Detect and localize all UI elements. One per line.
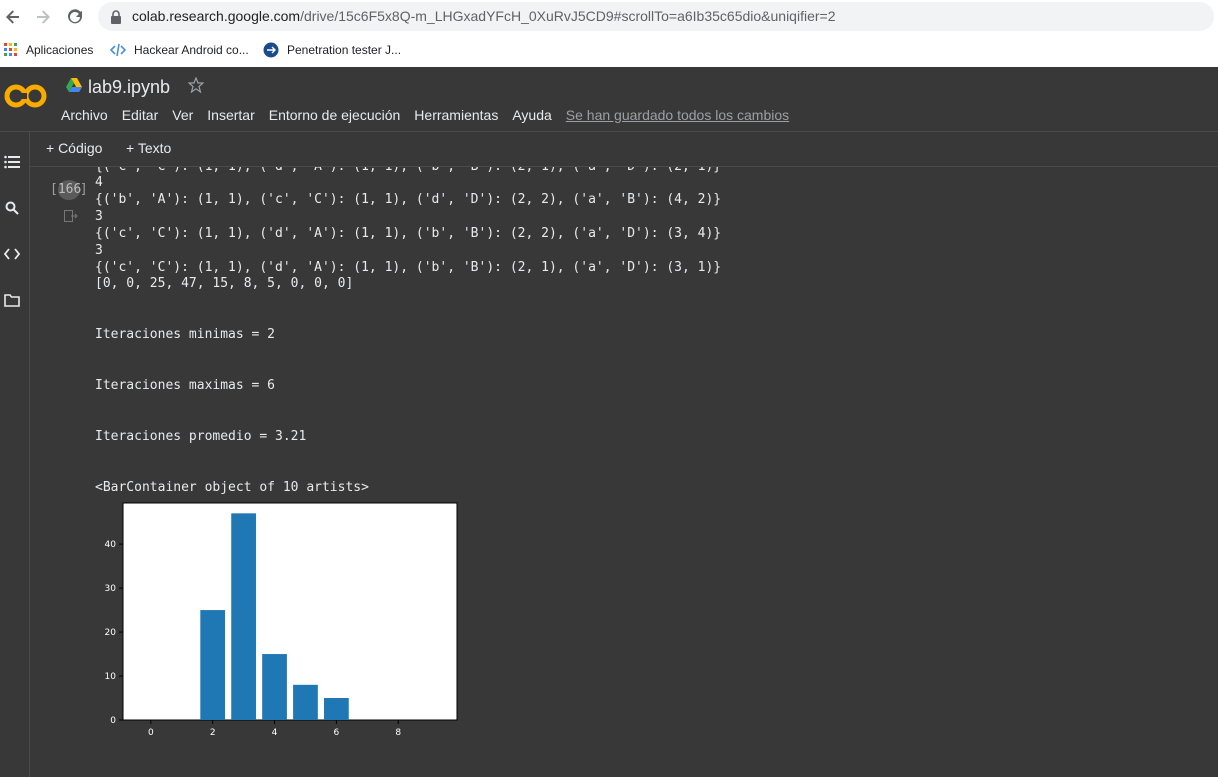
add-text-button[interactable]: + Texto [126, 140, 171, 156]
menu-editar[interactable]: Editar [122, 107, 159, 123]
bookmark-hackear-android[interactable]: Hackear Android co... [110, 33, 249, 66]
avg-iterations-text: Iteraciones promedio = 3.21 [95, 429, 307, 444]
bar-2 [200, 610, 226, 720]
x-tick-label: 2 [210, 728, 216, 737]
output-line: {('c', 'C'): (1, 1), ('d', 'A'): (1, 1),… [95, 260, 722, 275]
y-tick-label: 0 [110, 716, 116, 726]
bookmark-label: Hackear Android co... [134, 42, 249, 57]
code-snippets-icon[interactable] [2, 244, 22, 264]
forward-arrow-icon[interactable] [32, 6, 54, 28]
min-iterations-text: Iteraciones minimas = 2 [95, 327, 276, 342]
code-icon [110, 43, 126, 57]
notebook-toolbar: + Código + Texto [30, 132, 1218, 167]
colab-logo[interactable] [4, 81, 48, 116]
bar-container-text: <BarContainer object of 10 artists> [95, 480, 369, 495]
bookmark-apps[interactable]: Aplicaciones [4, 33, 93, 66]
y-tick-label: 40 [105, 540, 117, 550]
bar-6 [324, 698, 349, 720]
output-line: {('c', 'C'): (1, 1), ('d', 'A'): (1, 1),… [95, 167, 721, 175]
colab-header: lab9.ipynb Archivo Editar Ver Insertar E… [0, 67, 1218, 132]
menu-entorno[interactable]: Entorno de ejecución [269, 107, 401, 123]
url-text: colab.research.google.com/drive/15c6F5x8… [132, 8, 836, 24]
folder-icon[interactable] [2, 290, 22, 310]
star-icon[interactable] [187, 76, 205, 98]
menu-archivo[interactable]: Archivo [61, 107, 108, 123]
output-actions-icon[interactable] [64, 209, 78, 227]
plot-area [122, 502, 458, 721]
left-rail [0, 132, 30, 777]
bar-chart-svg: 0 10 20 30 40 0 2 4 6 8 [105, 502, 458, 738]
x-tick-label: 4 [272, 728, 278, 737]
max-iterations-text: Iteraciones maximas = 6 [95, 378, 276, 393]
reload-icon[interactable] [64, 6, 86, 28]
bar-4 [262, 654, 287, 720]
menu-ayuda[interactable]: Ayuda [512, 107, 551, 123]
add-code-button[interactable]: + Código [46, 140, 102, 156]
output-line: 3 [95, 243, 103, 258]
x-tick-label: 8 [395, 728, 401, 737]
menu-ver[interactable]: Ver [172, 107, 193, 123]
back-arrow-icon[interactable] [2, 6, 24, 28]
drive-icon [66, 78, 82, 97]
search-icon[interactable] [2, 198, 22, 218]
browser-toolbar: colab.research.google.com/drive/15c6F5x8… [0, 0, 1218, 33]
cell-output-area: [166] {('c', 'C'): (1, 1), ('d', 'A'): (… [30, 167, 1218, 777]
saved-status[interactable]: Se han guardado todos los cambios [566, 107, 789, 123]
apps-grid-icon [4, 42, 18, 57]
y-tick-label: 30 [105, 584, 117, 594]
bar-chart: 0 10 20 30 40 0 2 4 6 8 [95, 497, 467, 738]
notebook-title[interactable]: lab9.ipynb [88, 77, 170, 98]
x-tick-label: 0 [148, 728, 154, 737]
menu-bar: Archivo Editar Ver Insertar Entorno de e… [61, 107, 803, 123]
output-line: 4 [95, 175, 103, 190]
globe-icon [263, 42, 279, 58]
lock-icon [110, 10, 122, 29]
bookmark-penetration-tester[interactable]: Penetration tester J... [263, 33, 401, 66]
bookmark-label: Penetration tester J... [287, 42, 402, 57]
menu-insertar[interactable]: Insertar [207, 107, 254, 123]
output-line: {('c', 'C'): (1, 1), ('d', 'A'): (1, 1),… [95, 226, 722, 241]
bar-5 [293, 684, 318, 720]
bookmarks-bar: Aplicaciones Hackear Android co... Penet… [0, 33, 1218, 68]
notebook-title-area: lab9.ipynb [66, 76, 205, 98]
toc-icon[interactable] [2, 152, 22, 172]
execution-count[interactable]: [166] [50, 180, 88, 200]
output-line: [0, 0, 25, 47, 15, 8, 5, 0, 0, 0] [95, 276, 354, 291]
x-tick-label: 6 [334, 728, 340, 737]
y-tick-label: 20 [105, 628, 117, 638]
address-bar[interactable]: colab.research.google.com/drive/15c6F5x8… [98, 2, 1214, 31]
y-tick-label: 10 [105, 672, 117, 682]
bookmark-label: Aplicaciones [26, 42, 94, 57]
output-line: 3 [95, 209, 103, 224]
bar-3 [231, 513, 256, 720]
menu-herramientas[interactable]: Herramientas [414, 107, 498, 123]
output-line: {('b', 'A'): (1, 1), ('c', 'C'): (1, 1),… [95, 192, 722, 207]
